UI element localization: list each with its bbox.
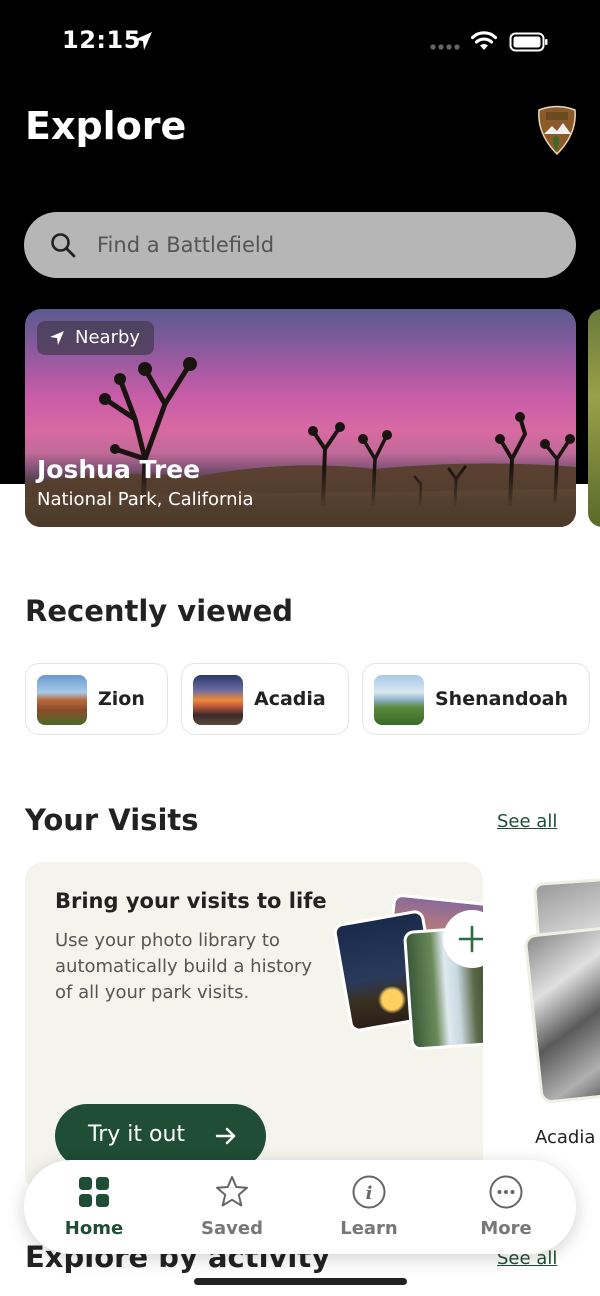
visits-promo-card: Bring your visits to life Use your photo… [25,862,483,1192]
search-icon [51,233,76,258]
tab-learn-label: Learn [340,1218,398,1239]
next-featured-card[interactable] [588,309,600,527]
recent-chip-label: Acadia [254,688,326,710]
recent-chip-acadia[interactable]: Acadia [181,663,349,735]
plus-icon [458,925,483,953]
nearby-badge: Nearby [37,321,155,355]
wifi-icon [470,31,498,50]
acadia-visit-label: Acadia [535,1127,596,1148]
featured-park-title: Joshua Tree [37,455,201,484]
search-input[interactable]: Find a Battlefield [24,212,576,278]
arrow-right-icon [215,1127,236,1145]
acadia-thumbnail [193,675,243,725]
try-it-out-label: Try it out [88,1122,186,1147]
shenandoah-thumbnail [374,675,424,725]
nearby-badge-label: Nearby [75,327,141,348]
recently-viewed-title: Recently viewed [25,594,294,628]
battery-icon [509,32,548,52]
add-photos-button[interactable] [443,910,483,968]
star-icon [216,1176,248,1207]
tab-more-label: More [480,1218,532,1239]
tab-saved[interactable]: Saved [163,1160,301,1254]
page-title: Explore [25,104,187,148]
visits-promo-body: Use your photo library to automatically … [55,930,313,1003]
featured-park-card[interactable]: Nearby Joshua Tree National Park, Califo… [25,309,576,527]
svg-text:i: i [366,1183,373,1204]
info-icon: i [352,1175,386,1209]
home-indicator [194,1278,407,1285]
acadia-visit-card[interactable] [523,877,600,1110]
recent-chip-label: Zion [98,688,145,710]
status-time: 12:15 [62,26,141,54]
status-bar: 12:15 [0,0,600,86]
nps-arrowhead-logo[interactable] [536,104,578,156]
your-visits-title: Your Visits [25,803,199,837]
location-arrow-icon [50,331,64,345]
tab-learn[interactable]: i Learn [300,1160,438,1254]
cellular-signal-icon [430,44,460,50]
tab-home[interactable]: Home [25,1160,163,1254]
featured-park-subtitle: National Park, California [37,489,254,510]
visits-see-all-link[interactable]: See all [497,811,557,832]
grid-icon [79,1177,109,1207]
recent-chip-zion[interactable]: Zion [25,663,168,735]
try-it-out-button[interactable]: Try it out [55,1104,266,1168]
tab-more[interactable]: More [437,1160,575,1254]
search-placeholder: Find a Battlefield [97,233,275,257]
location-arrow-icon [134,32,152,50]
visits-promo-heading: Bring your visits to life [55,889,327,913]
recent-chip-shenandoah[interactable]: Shenandoah [362,663,590,735]
tab-home-label: Home [64,1218,124,1239]
zion-thumbnail [37,675,87,725]
recent-chip-label: Shenandoah [435,688,568,710]
more-icon [489,1175,523,1209]
tab-saved-label: Saved [201,1218,263,1239]
bottom-tab-bar: Home Saved i Learn More [24,1160,576,1254]
